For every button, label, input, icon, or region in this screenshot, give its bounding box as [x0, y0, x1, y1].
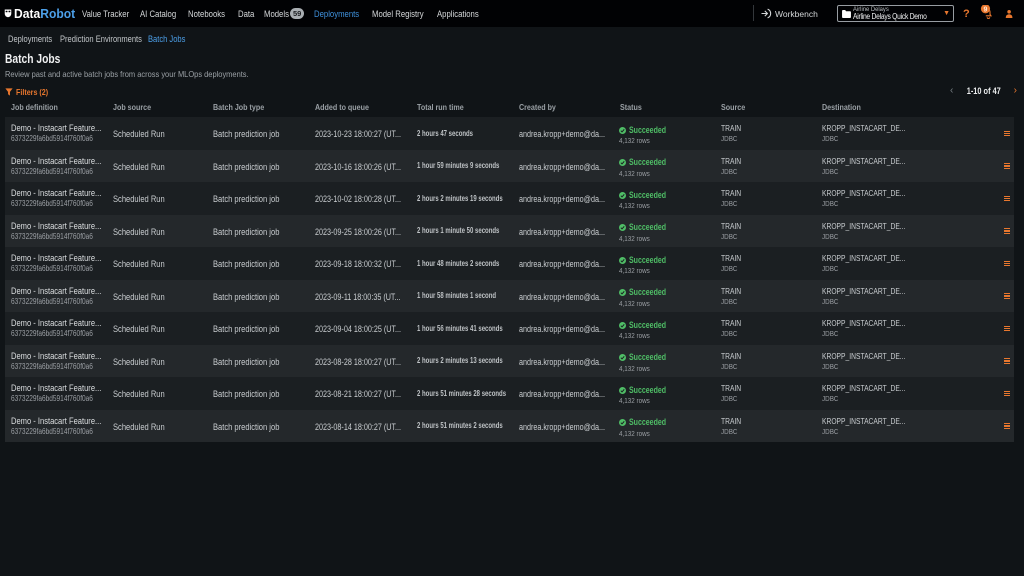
svg-text:9: 9 [984, 7, 988, 14]
